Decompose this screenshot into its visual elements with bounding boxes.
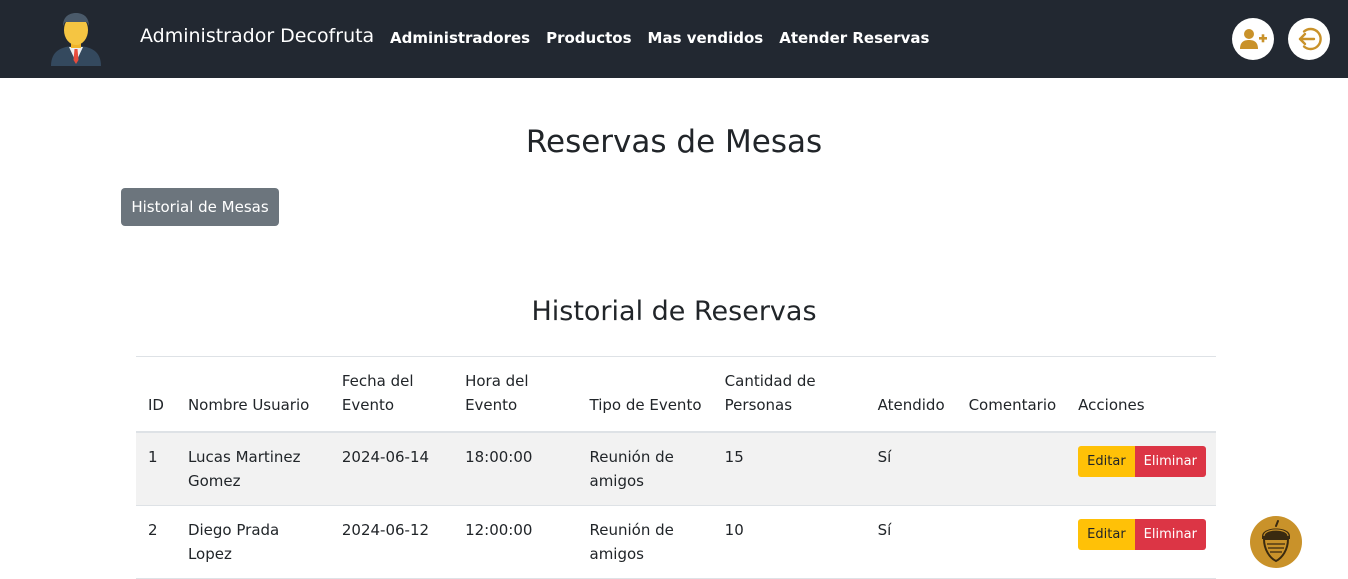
cell-id: 1 [148,448,158,466]
cell-nombre: Lucas Martinez Gomez [187,448,301,490]
cell-comentario [957,432,1067,506]
logout-button[interactable] [1288,18,1330,60]
table-row: 2 Diego Prada Lopez 2024-06-12 12:00:00 … [136,506,1216,579]
cell-atendido: Sí [877,448,892,466]
table-header: ID Nombre Usuario Fecha del Evento Hora … [136,356,1216,432]
cell-hora: 18:00:00 [465,448,533,466]
reservas-table-container: ID Nombre Usuario Fecha del Evento Hora … [136,356,1216,579]
cell-acciones: Editar Eliminar [1066,506,1216,579]
nav-links: Administradores Productos Mas vendidos A… [390,29,929,47]
cell-atendido: Sí [877,521,892,539]
acorn-icon [1262,520,1290,563]
header-nombre-usuario: Nombre Usuario [187,396,310,414]
delete-button[interactable]: Eliminar [1134,446,1206,477]
cell-acciones: Editar Eliminar [1066,432,1216,506]
navbar: Administrador Decofruta Administradores … [0,0,1348,78]
cell-cantidad: 15 [724,448,744,466]
page-title: Reservas de Mesas [525,124,823,160]
table-row: 1 Lucas Martinez Gomez 2024-06-14 18:00:… [136,432,1216,506]
section-title: Historial de Reservas [531,296,817,327]
cell-id: 2 [148,521,158,539]
edit-button[interactable]: Editar [1078,446,1135,477]
header-fecha-evento: Fecha del Evento [341,372,414,414]
edit-button[interactable]: Editar [1078,519,1135,550]
header-atendido: Atendido [877,396,945,414]
cell-fecha: 2024-06-12 [341,521,430,539]
header-comentario: Comentario [968,396,1057,414]
header-cantidad-personas: Cantidad de Personas [724,372,816,414]
header-id: ID [148,396,164,414]
user-plus-icon [1240,29,1267,49]
cell-fecha: 2024-06-14 [341,448,430,466]
cell-nombre: Diego Prada Lopez [187,521,280,563]
floating-acorn-button[interactable] [1250,516,1302,568]
historial-mesas-button[interactable]: Historial de Mesas [121,188,279,226]
cell-tipo: Reunión de amigos [589,448,674,490]
row-actions: Editar Eliminar [1078,519,1206,550]
header-acciones: Acciones [1078,396,1145,414]
cell-hora: 12:00:00 [465,521,533,539]
add-user-button[interactable] [1232,18,1274,60]
cell-comentario [957,506,1067,579]
delete-button[interactable]: Eliminar [1134,519,1206,550]
logout-icon [1298,27,1322,51]
reservas-table: ID Nombre Usuario Fecha del Evento Hora … [136,356,1216,579]
admin-avatar-icon [48,12,104,66]
row-actions: Editar Eliminar [1078,446,1206,477]
nav-link-productos[interactable]: Productos [546,29,631,47]
nav-link-atender-reservas[interactable]: Atender Reservas [779,29,929,47]
header-tipo-evento: Tipo de Evento [589,396,702,414]
nav-link-mas-vendidos[interactable]: Mas vendidos [648,29,764,47]
cell-cantidad: 10 [724,521,744,539]
cell-tipo: Reunión de amigos [589,521,674,563]
nav-link-administradores[interactable]: Administradores [390,29,530,47]
header-hora-evento: Hora del Evento [465,372,529,414]
brand-title[interactable]: Administrador Decofruta [140,25,374,47]
